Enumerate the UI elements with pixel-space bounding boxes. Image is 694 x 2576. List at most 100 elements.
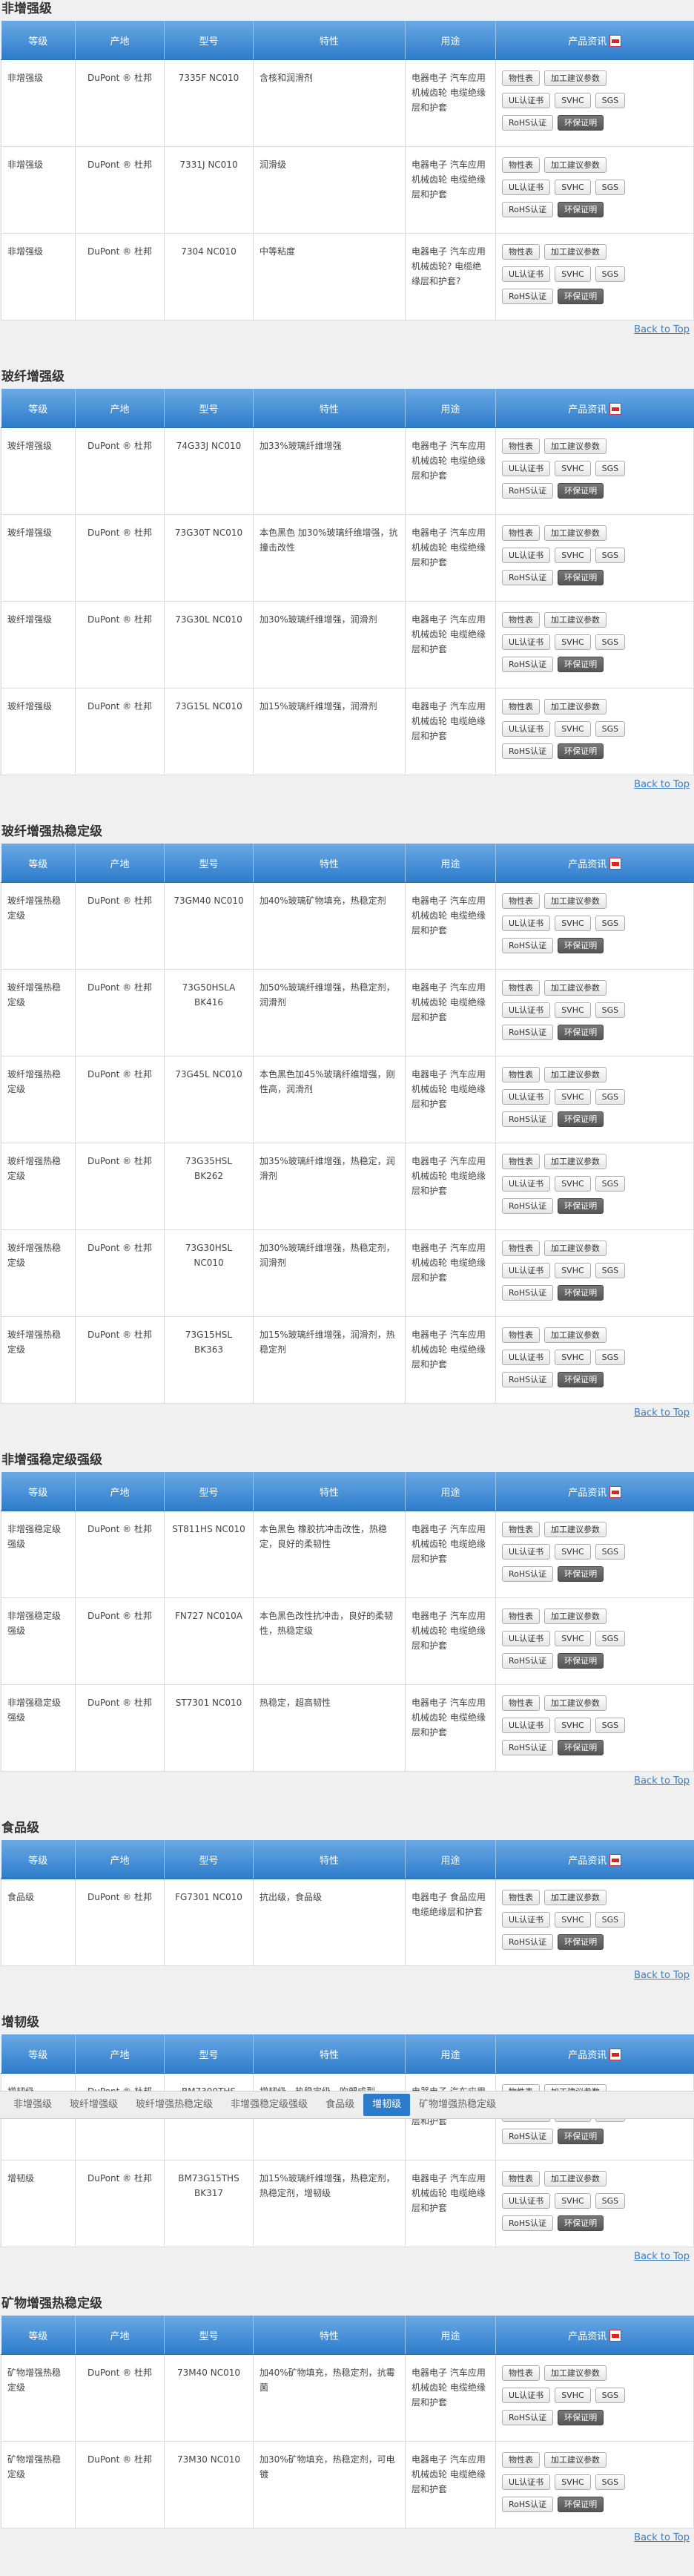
processing-params-button[interactable]: 加工建议参数: [544, 1522, 607, 1537]
section-tab[interactable]: 非增强稳定级强级: [222, 2094, 317, 2116]
rohs-cert-button[interactable]: RoHS认证: [502, 570, 554, 585]
rohs-cert-button[interactable]: RoHS认证: [502, 1198, 554, 1214]
spec-sheet-button[interactable]: 物性表: [502, 1609, 540, 1624]
sgs-button[interactable]: SGS: [595, 1176, 626, 1192]
rohs-cert-button[interactable]: RoHS认证: [502, 2129, 554, 2144]
section-tab[interactable]: 非增强级: [4, 2094, 61, 2116]
svhc-button[interactable]: SVHC: [555, 1544, 591, 1560]
rohs-cert-button[interactable]: RoHS认证: [502, 1025, 554, 1040]
rohs-cert-button[interactable]: RoHS认证: [502, 2497, 554, 2512]
sgs-button[interactable]: SGS: [595, 1912, 626, 1928]
env-proof-button[interactable]: 环保证明: [558, 2215, 604, 2231]
env-proof-button[interactable]: 环保证明: [558, 657, 604, 672]
processing-params-button[interactable]: 加工建议参数: [544, 1241, 607, 1256]
env-proof-button[interactable]: 环保证明: [558, 1653, 604, 1669]
rohs-cert-button[interactable]: RoHS认证: [502, 202, 554, 217]
section-tab[interactable]: 增韧级: [363, 2094, 411, 2116]
processing-params-button[interactable]: 加工建议参数: [544, 1609, 607, 1624]
sgs-button[interactable]: SGS: [595, 1631, 626, 1646]
sgs-button[interactable]: SGS: [595, 461, 626, 476]
svhc-button[interactable]: SVHC: [555, 1002, 591, 1018]
sgs-button[interactable]: SGS: [595, 1718, 626, 1733]
ul-cert-button[interactable]: UL认证书: [502, 2474, 551, 2490]
ul-cert-button[interactable]: UL认证书: [502, 93, 551, 108]
svhc-button[interactable]: SVHC: [555, 916, 591, 931]
env-proof-button[interactable]: 环保证明: [558, 483, 604, 499]
rohs-cert-button[interactable]: RoHS认证: [502, 1372, 554, 1387]
sgs-button[interactable]: SGS: [595, 1089, 626, 1105]
sgs-button[interactable]: SGS: [595, 634, 626, 650]
rohs-cert-button[interactable]: RoHS认证: [502, 115, 554, 131]
spec-sheet-button[interactable]: 物性表: [502, 70, 540, 86]
sgs-button[interactable]: SGS: [595, 2388, 626, 2403]
rohs-cert-button[interactable]: RoHS认证: [502, 1740, 554, 1755]
svhc-button[interactable]: SVHC: [555, 1263, 591, 1278]
back-to-top-link[interactable]: Back to Top: [634, 2532, 690, 2543]
sgs-button[interactable]: SGS: [595, 2193, 626, 2209]
sgs-button[interactable]: SGS: [595, 1002, 626, 1018]
rohs-cert-button[interactable]: RoHS认证: [502, 938, 554, 953]
ul-cert-button[interactable]: UL认证书: [502, 1089, 551, 1105]
spec-sheet-button[interactable]: 物性表: [502, 1522, 540, 1537]
section-tab[interactable]: 玻纤增强级: [61, 2094, 127, 2116]
spec-sheet-button[interactable]: 物性表: [502, 1154, 540, 1169]
ul-cert-button[interactable]: UL认证书: [502, 548, 551, 563]
rohs-cert-button[interactable]: RoHS认证: [502, 743, 554, 759]
spec-sheet-button[interactable]: 物性表: [502, 2171, 540, 2186]
back-to-top-link[interactable]: Back to Top: [634, 1407, 690, 1419]
rohs-cert-button[interactable]: RoHS认证: [502, 2215, 554, 2231]
ul-cert-button[interactable]: UL认证书: [502, 721, 551, 737]
env-proof-button[interactable]: 环保证明: [558, 2129, 604, 2144]
spec-sheet-button[interactable]: 物性表: [502, 2365, 540, 2381]
processing-params-button[interactable]: 加工建议参数: [544, 1890, 607, 1905]
spec-sheet-button[interactable]: 物性表: [502, 699, 540, 714]
env-proof-button[interactable]: 环保证明: [558, 289, 604, 304]
sgs-button[interactable]: SGS: [595, 1350, 626, 1365]
spec-sheet-button[interactable]: 物性表: [502, 1241, 540, 1256]
processing-params-button[interactable]: 加工建议参数: [544, 2452, 607, 2468]
spec-sheet-button[interactable]: 物性表: [502, 1695, 540, 1711]
ul-cert-button[interactable]: UL认证书: [502, 1350, 551, 1365]
processing-params-button[interactable]: 加工建议参数: [544, 2365, 607, 2381]
svhc-button[interactable]: SVHC: [555, 1350, 591, 1365]
svhc-button[interactable]: SVHC: [555, 548, 591, 563]
section-tab[interactable]: 玻纤增强热稳定级: [127, 2094, 222, 2116]
svhc-button[interactable]: SVHC: [555, 93, 591, 108]
rohs-cert-button[interactable]: RoHS认证: [502, 483, 554, 499]
spec-sheet-button[interactable]: 物性表: [502, 612, 540, 628]
back-to-top-link[interactable]: Back to Top: [634, 2251, 690, 2262]
env-proof-button[interactable]: 环保证明: [558, 1566, 604, 1582]
processing-params-button[interactable]: 加工建议参数: [544, 1154, 607, 1169]
env-proof-button[interactable]: 环保证明: [558, 202, 604, 217]
sgs-button[interactable]: SGS: [595, 180, 626, 195]
svhc-button[interactable]: SVHC: [555, 1912, 591, 1928]
svhc-button[interactable]: SVHC: [555, 2388, 591, 2403]
sgs-button[interactable]: SGS: [595, 93, 626, 108]
processing-params-button[interactable]: 加工建议参数: [544, 70, 607, 86]
processing-params-button[interactable]: 加工建议参数: [544, 157, 607, 173]
ul-cert-button[interactable]: UL认证书: [502, 2193, 551, 2209]
env-proof-button[interactable]: 环保证明: [558, 743, 604, 759]
rohs-cert-button[interactable]: RoHS认证: [502, 1566, 554, 1582]
env-proof-button[interactable]: 环保证明: [558, 1934, 604, 1950]
rohs-cert-button[interactable]: RoHS认证: [502, 2410, 554, 2425]
section-tab[interactable]: 矿物增强热稳定级: [410, 2094, 505, 2116]
ul-cert-button[interactable]: UL认证书: [502, 266, 551, 282]
sgs-button[interactable]: SGS: [595, 916, 626, 931]
ul-cert-button[interactable]: UL认证书: [502, 1002, 551, 1018]
env-proof-button[interactable]: 环保证明: [558, 1025, 604, 1040]
ul-cert-button[interactable]: UL认证书: [502, 1631, 551, 1646]
rohs-cert-button[interactable]: RoHS认证: [502, 1653, 554, 1669]
back-to-top-link[interactable]: Back to Top: [634, 1970, 690, 1981]
processing-params-button[interactable]: 加工建议参数: [544, 893, 607, 909]
svhc-button[interactable]: SVHC: [555, 1176, 591, 1192]
svhc-button[interactable]: SVHC: [555, 266, 591, 282]
processing-params-button[interactable]: 加工建议参数: [544, 2171, 607, 2186]
processing-params-button[interactable]: 加工建议参数: [544, 1327, 607, 1343]
sgs-button[interactable]: SGS: [595, 266, 626, 282]
ul-cert-button[interactable]: UL认证书: [502, 1544, 551, 1560]
env-proof-button[interactable]: 环保证明: [558, 2497, 604, 2512]
svhc-button[interactable]: SVHC: [555, 2474, 591, 2490]
svhc-button[interactable]: SVHC: [555, 1089, 591, 1105]
ul-cert-button[interactable]: UL认证书: [502, 916, 551, 931]
